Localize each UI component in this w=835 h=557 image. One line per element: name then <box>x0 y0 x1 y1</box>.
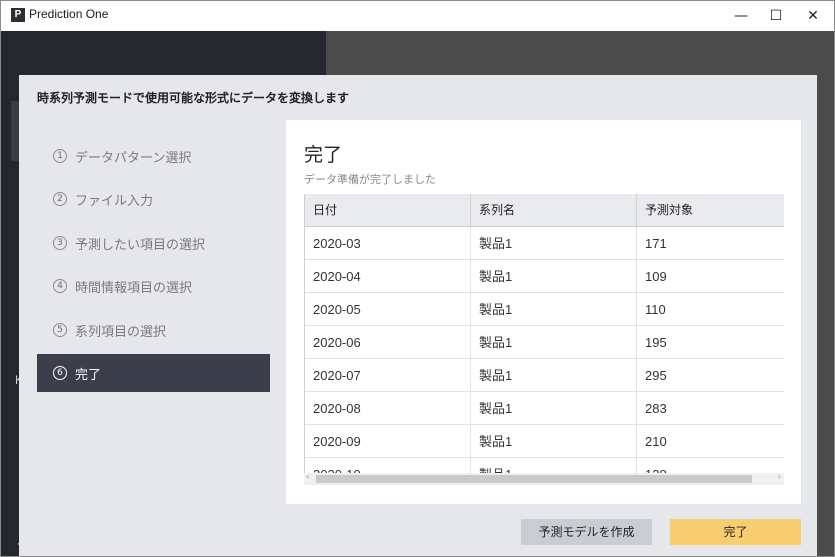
step-number-icon: 6 <box>53 366 67 380</box>
cell-series: 製品1 <box>471 425 637 458</box>
window-title: Prediction One <box>29 7 109 21</box>
table-row: 2020-04 製品1 109 <box>305 260 784 293</box>
column-header-target: 予測対象 <box>645 203 694 217</box>
table-row: 2020-06 製品1 195 <box>305 326 784 359</box>
title-bar: P Prediction One — ☐ ✕ <box>1 1 834 31</box>
result-panel: 完了 データ準備が完了しました 日付 系列名 予測対象 2020-03 製品1 … <box>286 120 801 504</box>
panel-subtitle: データ準備が完了しました <box>304 173 436 186</box>
step-number-icon: 4 <box>53 279 67 293</box>
cell-series: 製品1 <box>471 458 637 474</box>
done-button[interactable]: 完了 <box>670 519 801 545</box>
close-button[interactable]: ✕ <box>790 1 834 31</box>
step-number-icon: 1 <box>53 149 67 163</box>
scroll-left-icon[interactable]: ‹ <box>306 472 309 481</box>
step-label: 予測したい項目の選択 <box>75 237 206 253</box>
step-number-icon: 2 <box>53 192 67 206</box>
cell-series: 製品1 <box>471 359 637 392</box>
table-row: 2020-07 製品1 295 <box>305 359 784 392</box>
scrollbar-thumb[interactable] <box>316 475 752 483</box>
create-model-button[interactable]: 予測モデルを作成 <box>521 519 652 545</box>
step-label: 系列項目の選択 <box>75 324 167 340</box>
cell-series: 製品1 <box>471 293 637 326</box>
dialog-header: 時系列予測モードで使用可能な形式にデータを変換します <box>37 91 350 105</box>
table-header: 日付 系列名 予測対象 <box>305 194 784 227</box>
cell-target: 210 <box>645 434 667 449</box>
cell-target: 171 <box>645 236 667 251</box>
app-window: P Prediction One — ☐ ✕ K ‹ 時系列予測モードで使用可能… <box>0 0 835 557</box>
cell-date: 2020-06 <box>305 326 471 359</box>
cell-date: 2020-10 <box>305 458 471 474</box>
step-file-input[interactable]: 2 ファイル入力 <box>37 180 270 218</box>
panel-title: 完了 <box>304 144 343 166</box>
step-number-icon: 3 <box>53 236 67 250</box>
column-header-date: 日付 <box>305 194 471 227</box>
cell-series: 製品1 <box>471 227 637 260</box>
table-row: 2020-03 製品1 171 <box>305 227 784 260</box>
cell-target: 283 <box>645 401 667 416</box>
step-label: ファイル入力 <box>75 193 154 209</box>
step-label: 完了 <box>75 367 102 383</box>
step-target-select[interactable]: 3 予測したい項目の選択 <box>37 224 270 262</box>
step-complete[interactable]: 6 完了 <box>37 354 270 392</box>
cell-series: 製品1 <box>471 392 637 425</box>
cell-target: 195 <box>645 335 667 350</box>
column-header-series: 系列名 <box>471 194 637 227</box>
scroll-right-icon[interactable]: › <box>778 472 781 481</box>
table-row: 2020-09 製品1 210 <box>305 425 784 458</box>
backdrop-strip <box>11 101 19 161</box>
conversion-dialog: 時系列予測モードで使用可能な形式にデータを変換します 1 データパターン選択 2… <box>19 75 817 556</box>
app-backdrop: K ‹ 時系列予測モードで使用可能な形式にデータを変換します 1 データパターン… <box>1 31 834 556</box>
step-series-select[interactable]: 5 系列項目の選択 <box>37 311 270 349</box>
table-row: 2020-08 製品1 283 <box>305 392 784 425</box>
cell-date: 2020-07 <box>305 359 471 392</box>
cell-date: 2020-08 <box>305 392 471 425</box>
cell-target: 295 <box>645 368 667 383</box>
step-data-pattern[interactable]: 1 データパターン選択 <box>37 137 270 175</box>
table-row: 2020-10 製品1 128 <box>305 458 784 474</box>
table-row: 2020-05 製品1 110 <box>305 293 784 326</box>
step-time-select[interactable]: 4 時間情報項目の選択 <box>37 267 270 305</box>
cell-target: 128 <box>637 458 784 474</box>
cell-series: 製品1 <box>471 326 637 359</box>
cell-target: 109 <box>645 269 667 284</box>
step-label: 時間情報項目の選択 <box>75 280 193 296</box>
step-label: データパターン選択 <box>75 150 192 166</box>
cell-date: 2020-09 <box>305 425 471 458</box>
app-logo-icon: P <box>11 8 25 22</box>
cell-date: 2020-03 <box>305 227 471 260</box>
cell-date: 2020-04 <box>305 260 471 293</box>
data-table[interactable]: 日付 系列名 予測対象 2020-03 製品1 171 2020-04 製品1 … <box>304 194 784 474</box>
step-number-icon: 5 <box>53 323 67 337</box>
cell-series: 製品1 <box>471 260 637 293</box>
cell-target: 110 <box>645 302 666 317</box>
horizontal-scrollbar[interactable]: ‹ › <box>304 472 784 485</box>
cell-date: 2020-05 <box>305 293 471 326</box>
